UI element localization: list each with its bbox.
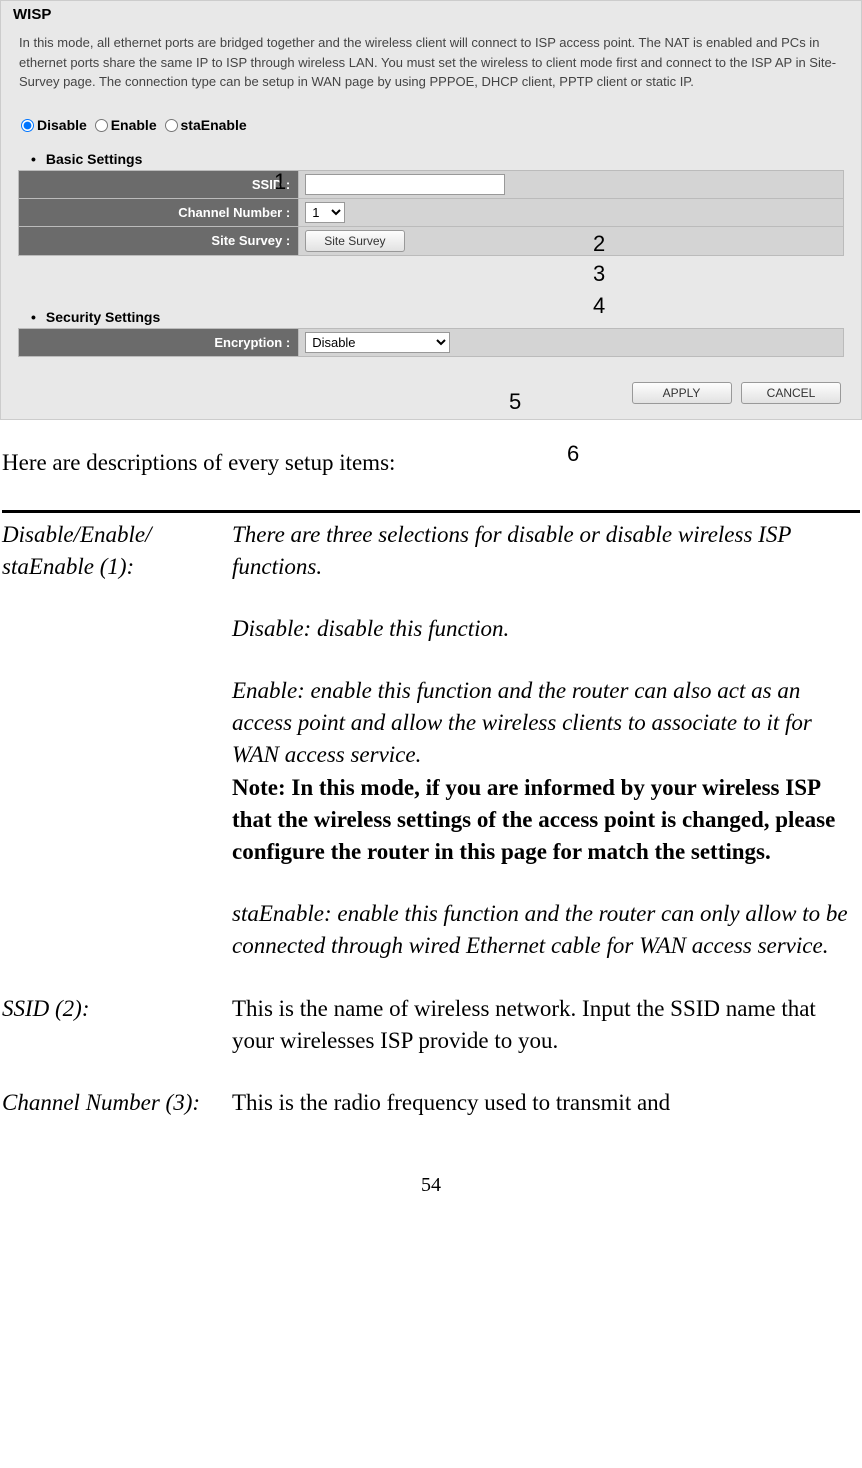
item-2-content: This is the name of wireless network. In… (232, 993, 860, 1057)
ssid-label: SSID : (19, 170, 299, 198)
site-survey-button[interactable]: Site Survey (305, 230, 404, 252)
page-number: 54 (2, 1174, 860, 1212)
panel-description: In this mode, all ethernet ports are bri… (1, 23, 861, 117)
callout-3: 3 (593, 261, 605, 287)
ssid-input[interactable] (305, 174, 505, 195)
encryption-label: Encryption : (19, 328, 299, 356)
documentation-text: Here are descriptions of every setup ite… (0, 450, 862, 1213)
router-config-panel: WISP In this mode, all ethernet ports ar… (0, 0, 862, 420)
basic-settings-table: SSID : Channel Number : 1 Site Survey : … (18, 170, 844, 256)
callout-4: 4 (593, 293, 605, 319)
channel-select[interactable]: 1 (305, 202, 345, 223)
descriptions-table: Disable/Enable/ staEnable (1): There are… (2, 510, 860, 1120)
channel-label: Channel Number : (19, 198, 299, 226)
item-2-label: SSID (2): (2, 993, 232, 1057)
cancel-button[interactable]: CANCEL (741, 382, 841, 404)
callout-2: 2 (593, 231, 605, 257)
site-survey-label: Site Survey : (19, 226, 299, 255)
basic-settings-header: Basic Settings (1, 133, 861, 170)
callout-5: 5 (509, 389, 521, 415)
action-buttons: APPLY CANCEL (1, 357, 861, 409)
radio-disable[interactable] (21, 119, 34, 132)
encryption-select[interactable]: Disable (305, 332, 450, 353)
panel-title: WISP (1, 1, 861, 23)
item-3-label: Channel Number (3): (2, 1087, 232, 1119)
security-settings-header: Security Settings (1, 291, 861, 328)
radio-staenable[interactable] (165, 119, 178, 132)
radio-staenable-label: staEnable (181, 117, 247, 133)
radio-enable-label: Enable (111, 117, 157, 133)
item-3-content: This is the radio frequency used to tran… (232, 1087, 860, 1119)
intro-text: Here are descriptions of every setup ite… (2, 450, 860, 476)
wisp-mode-radios: Disable Enable staEnable (1, 117, 861, 133)
radio-enable[interactable] (95, 119, 108, 132)
security-settings-table: Encryption : Disable (18, 328, 844, 357)
item-1-content: There are three selections for disable o… (232, 519, 860, 963)
callout-1: 1 (274, 169, 286, 195)
item-1-label: Disable/Enable/ staEnable (1): (2, 519, 232, 963)
apply-button[interactable]: APPLY (632, 382, 732, 404)
callout-6: 6 (567, 441, 579, 467)
radio-disable-label: Disable (37, 117, 87, 133)
